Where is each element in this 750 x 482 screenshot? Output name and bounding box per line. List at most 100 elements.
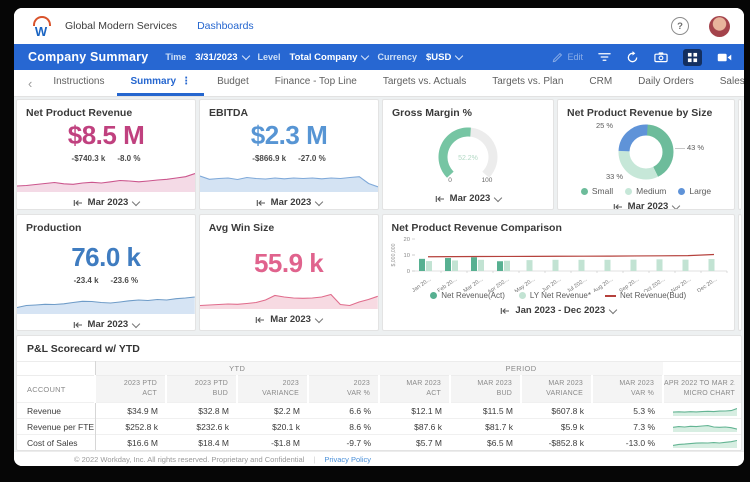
period-selector[interactable]: Mar 2023	[200, 192, 378, 209]
legend-item: Net Revenue(Act)	[430, 291, 505, 300]
column-header-account: ACCOUNT	[17, 375, 96, 403]
period-selector[interactable]: Jan 2023 - Dec 2023	[383, 300, 735, 321]
chevron-down-icon	[608, 305, 618, 314]
account-cell: Revenue per FTE	[17, 418, 96, 435]
svg-text:Feb 20...: Feb 20...	[436, 276, 458, 292]
level-select[interactable]: Total Company	[290, 51, 370, 63]
edit-button[interactable]: Edit	[552, 52, 583, 63]
tab-targets-vs-actuals[interactable]: Targets vs. Actuals	[370, 70, 479, 96]
pl-scorecard-table: YTD PERIOD ACCOUNT 2023 PTD ACT 2023 PTD BU…	[17, 361, 741, 450]
chevron-down-icon	[132, 197, 141, 206]
time-select[interactable]: 3/31/2023	[195, 52, 250, 63]
pencil-icon	[553, 52, 563, 62]
svg-text:0: 0	[448, 177, 452, 184]
tab-summary[interactable]: Summary ⋮	[117, 70, 205, 96]
legend-item: Large	[678, 186, 711, 196]
video-icon[interactable]	[717, 52, 732, 63]
micro-chart-cell	[663, 418, 741, 435]
tab-targets-vs-plan[interactable]: Targets vs. Plan	[479, 70, 576, 96]
card-title: Gross Margin %	[392, 107, 472, 119]
svg-text:Mar 20...: Mar 20...	[462, 276, 484, 292]
card-revenue-comparison: Net Product Revenue Comparison 0 10 20 $,00…	[381, 214, 735, 331]
svg-text:10: 10	[403, 253, 409, 259]
comparison-bar-chart: 0 10 20 $,000,000 Jan 20... Feb 20... Mar 20..…	[391, 237, 727, 292]
period-selector[interactable]: Mar 2023	[558, 196, 734, 209]
level-label: Level	[257, 52, 281, 62]
svg-text:20: 20	[403, 237, 409, 243]
previous-period-icon	[613, 203, 622, 209]
grid-view-button[interactable]	[683, 48, 702, 66]
card-production: Production 76.0 k -23.4 k -23.6 % Mar 202…	[16, 214, 196, 331]
card-title: EBITDA	[209, 107, 249, 119]
tab-crm[interactable]: CRM	[576, 70, 625, 96]
tab-instructions[interactable]: Instructions	[40, 70, 117, 96]
value-cell: 8.6 %	[308, 418, 380, 435]
refresh-icon[interactable]	[626, 50, 639, 64]
value-cell: 5.3 %	[592, 402, 664, 419]
tab-sales[interactable]: Sales	[707, 70, 744, 96]
tabs-scroll-left[interactable]: ‹	[20, 76, 40, 91]
value-cell: $34.9 M	[95, 402, 166, 419]
value-cell: -$852.8 k	[521, 434, 593, 450]
avatar[interactable]	[709, 15, 730, 37]
privacy-policy-link[interactable]: Privacy Policy	[324, 455, 371, 464]
slice-label-medium: 33 %	[606, 172, 624, 181]
value-cell: $16.6 M	[95, 434, 166, 450]
tab-daily-orders[interactable]: Daily Orders	[625, 70, 707, 96]
value-cell: $81.7 k	[450, 418, 522, 435]
column-header: MAR 2023 ACT	[378, 375, 451, 403]
tab-menu-icon[interactable]: ⋮	[181, 76, 191, 87]
value-cell: -13.0 %	[592, 434, 664, 450]
card-title: Net Product Revenue by Size	[567, 107, 713, 119]
period-selector[interactable]: Mar 2023	[200, 309, 378, 330]
svg-text:Sep 20...: Sep 20...	[618, 276, 640, 292]
value-cell: $5.7 M	[379, 434, 451, 450]
svg-text:52.2%: 52.2%	[458, 155, 478, 162]
chevron-down-icon	[314, 314, 324, 323]
column-header: APR 2022 TO MAR 2... MICRO CHART	[662, 375, 741, 403]
value-cell: $12.1 M	[379, 402, 451, 419]
sparkline-chart	[17, 285, 195, 314]
column-header: 2023 VARIANCE	[236, 375, 308, 403]
kpi-value: 76.0 k	[71, 242, 141, 272]
currency-select[interactable]: $USD	[426, 51, 464, 63]
svg-text:100: 100	[482, 177, 493, 184]
value-cell: $252.8 k	[95, 418, 166, 435]
account-cell: Cost of Sales	[17, 434, 96, 450]
help-icon[interactable]: ?	[671, 17, 689, 35]
kpi-deltas: -$740.3 k -8.0 %	[71, 154, 141, 163]
kpi-value: $8.5 M	[67, 120, 145, 150]
filter-icon[interactable]	[598, 51, 611, 63]
period-selector[interactable]: Mar 2023	[17, 192, 195, 209]
chevron-down-icon	[361, 51, 370, 61]
value-cell: -9.7 %	[308, 434, 380, 450]
account-cell: Revenue	[17, 402, 96, 419]
period-selector[interactable]: Mar 2023	[17, 314, 195, 330]
chevron-down-icon	[455, 51, 464, 61]
chevron-down-icon	[494, 193, 503, 202]
table-row: Revenue $34.9 M $32.8 M $2.2 M 6.6 % $12.1 M $…	[17, 402, 741, 419]
app-window: W Global Modern Services Dashboards ? Co…	[14, 8, 744, 466]
tab-budget[interactable]: Budget	[204, 70, 262, 96]
chevron-down-icon	[131, 319, 141, 328]
svg-text:Nov 20...: Nov 20...	[670, 276, 692, 292]
previous-period-icon	[256, 199, 265, 206]
partial-card	[738, 99, 742, 210]
previous-period-icon	[501, 307, 510, 314]
nav-dashboards-link[interactable]: Dashboards	[197, 20, 254, 32]
column-header: MAR 2023 BUD	[449, 375, 522, 403]
slice-label-small: 43 %	[687, 143, 705, 152]
card-title: Net Product Revenue	[26, 107, 133, 119]
value-cell: $87.6 k	[379, 418, 451, 435]
pl-scorecard-panel: P&L Scorecard w/ YTD YTD PERIOD ACCOUNT	[16, 335, 742, 451]
card-title: Production	[26, 222, 82, 234]
camera-icon[interactable]	[654, 51, 668, 63]
tab-finance-top-line[interactable]: Finance - Top Line	[262, 70, 370, 96]
table-title: P&L Scorecard w/ YTD	[27, 343, 140, 355]
legend-item: LY Net Revenue*	[518, 291, 591, 300]
period-selector[interactable]: Mar 2023	[383, 188, 553, 209]
currency-label: Currency	[377, 52, 417, 62]
previous-period-icon	[256, 316, 265, 323]
svg-text:May 20...: May 20...	[513, 276, 536, 292]
gauge-chart: 52.2% 0 100	[383, 119, 553, 188]
